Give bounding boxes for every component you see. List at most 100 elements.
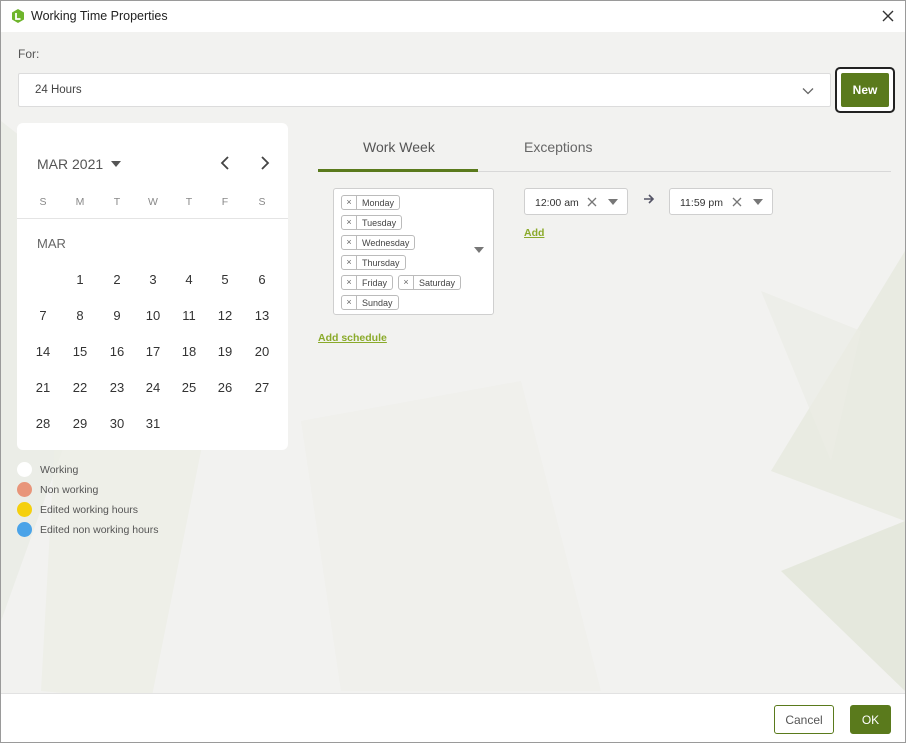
weekday-label: T [113, 196, 121, 208]
day-chip: × Sunday [341, 295, 399, 310]
remove-chip-icon[interactable]: × [342, 196, 357, 209]
chevron-left-icon[interactable] [218, 155, 232, 171]
end-time-value: 11:59 pm [680, 197, 723, 209]
day-chip-label: Friday [362, 277, 388, 288]
legend-dot [17, 522, 32, 537]
calendar-day[interactable]: 15 [67, 344, 93, 359]
remove-chip-icon[interactable]: × [342, 216, 357, 229]
tab-work-week[interactable]: Work Week [363, 139, 435, 155]
day-chip: × Friday [341, 275, 394, 290]
calendar-day[interactable]: 2 [104, 272, 130, 287]
caret-down-icon[interactable] [608, 199, 618, 205]
active-tab-indicator [318, 169, 478, 172]
tab-exceptions[interactable]: Exceptions [524, 139, 592, 155]
legend-label: Working [40, 464, 79, 476]
title-bar: Working Time Properties [1, 1, 905, 32]
calendar-day[interactable]: 25 [176, 380, 202, 395]
remove-chip-icon[interactable]: × [342, 296, 357, 309]
app-logo-icon [12, 9, 24, 23]
calendar-day[interactable]: 31 [140, 416, 166, 431]
calendar-day[interactable]: 9 [104, 308, 130, 323]
day-chip-label: Wednesday [362, 237, 410, 248]
weekday-header: S M T W T F S [17, 196, 288, 212]
days-multiselect[interactable]: × Monday × Tuesday × Wednesday × Thursda… [333, 188, 494, 315]
calendar-day[interactable]: 1 [67, 272, 93, 287]
add-schedule-link[interactable]: Add schedule [318, 332, 387, 344]
calendar-day[interactable]: 27 [249, 380, 275, 395]
chevron-down-icon [802, 88, 814, 95]
calendar-day[interactable]: 28 [30, 416, 56, 431]
arrow-right-icon [644, 194, 655, 204]
dialog-footer: Cancel OK [1, 693, 905, 742]
chevron-right-icon[interactable] [258, 155, 272, 171]
day-chip: × Thursday [341, 255, 406, 270]
calendar-day[interactable]: 29 [67, 416, 93, 431]
calendar-day[interactable]: 10 [140, 308, 166, 323]
legend-dot [17, 462, 32, 477]
calendar-day[interactable]: 26 [212, 380, 238, 395]
calendar-month-picker[interactable]: MAR 2021 [37, 156, 103, 172]
close-icon[interactable] [879, 7, 897, 25]
calendar-day[interactable]: 3 [140, 272, 166, 287]
remove-chip-icon[interactable]: × [342, 276, 357, 289]
calendar-day[interactable]: 23 [104, 380, 130, 395]
start-time-select[interactable]: 12:00 am [524, 188, 628, 215]
add-time-link[interactable]: Add [524, 227, 544, 239]
day-chip-label: Saturday [419, 277, 456, 288]
weekday-label: S [258, 196, 266, 208]
new-button[interactable]: New [841, 73, 889, 107]
calendar-day[interactable]: 12 [212, 308, 238, 323]
calendar-sub-month: MAR [37, 236, 66, 251]
calendar-day[interactable]: 7 [30, 308, 56, 323]
day-chip: × Saturday [398, 275, 462, 290]
end-time-select[interactable]: 11:59 pm [669, 188, 773, 215]
remove-chip-icon[interactable]: × [399, 276, 414, 289]
day-chip: × Wednesday [341, 235, 416, 250]
calendar-day[interactable]: 18 [176, 344, 202, 359]
day-chip-label: Sunday [362, 297, 393, 308]
weekday-label: T [185, 196, 193, 208]
caret-down-icon[interactable] [111, 161, 121, 167]
for-label: For: [18, 47, 40, 61]
working-time-select[interactable]: 24 Hours [18, 73, 831, 107]
legend-dot [17, 502, 32, 517]
calendar-day[interactable]: 30 [104, 416, 130, 431]
weekday-label: F [221, 196, 229, 208]
calendar-day[interactable]: 5 [212, 272, 238, 287]
start-time-value: 12:00 am [535, 197, 579, 209]
remove-chip-icon[interactable]: × [342, 236, 357, 249]
window-title: Working Time Properties [31, 9, 168, 23]
calendar-day[interactable]: 4 [176, 272, 202, 287]
calendar-day[interactable]: 22 [67, 380, 93, 395]
calendar-day[interactable]: 8 [67, 308, 93, 323]
day-chip-label: Thursday [362, 257, 400, 268]
calendar-day[interactable]: 11 [176, 308, 202, 323]
calendar-day[interactable]: 21 [30, 380, 56, 395]
cancel-button[interactable]: Cancel [774, 705, 834, 734]
calendar-panel: MAR 2021 S M T W T F S MAR 1 2 3 4 5 6 7 8 9 10 11… [17, 123, 288, 450]
legend-dot [17, 482, 32, 497]
calendar-day[interactable]: 6 [249, 272, 275, 287]
clear-icon[interactable] [587, 197, 597, 207]
calendar-day[interactable]: 13 [249, 308, 275, 323]
weekday-label: W [148, 196, 158, 208]
calendar-day[interactable]: 17 [140, 344, 166, 359]
day-chip: × Monday [341, 195, 401, 210]
tab-bar: Work Week Exceptions [318, 131, 891, 172]
calendar-day[interactable]: 20 [249, 344, 275, 359]
calendar-day[interactable]: 24 [140, 380, 166, 395]
calendar-divider [17, 218, 288, 219]
calendar-day[interactable]: 14 [30, 344, 56, 359]
caret-down-icon[interactable] [474, 247, 484, 253]
remove-chip-icon[interactable]: × [342, 256, 357, 269]
ok-button[interactable]: OK [850, 705, 891, 734]
day-chip: × Tuesday [341, 215, 403, 230]
caret-down-icon[interactable] [753, 199, 763, 205]
weekday-label: M [75, 196, 85, 208]
calendar-day[interactable]: 16 [104, 344, 130, 359]
legend-label: Edited working hours [40, 504, 139, 516]
calendar-day[interactable]: 19 [212, 344, 238, 359]
day-chip-label: Monday [362, 197, 395, 208]
clear-icon[interactable] [732, 197, 742, 207]
working-time-select-value: 24 Hours [35, 84, 82, 96]
